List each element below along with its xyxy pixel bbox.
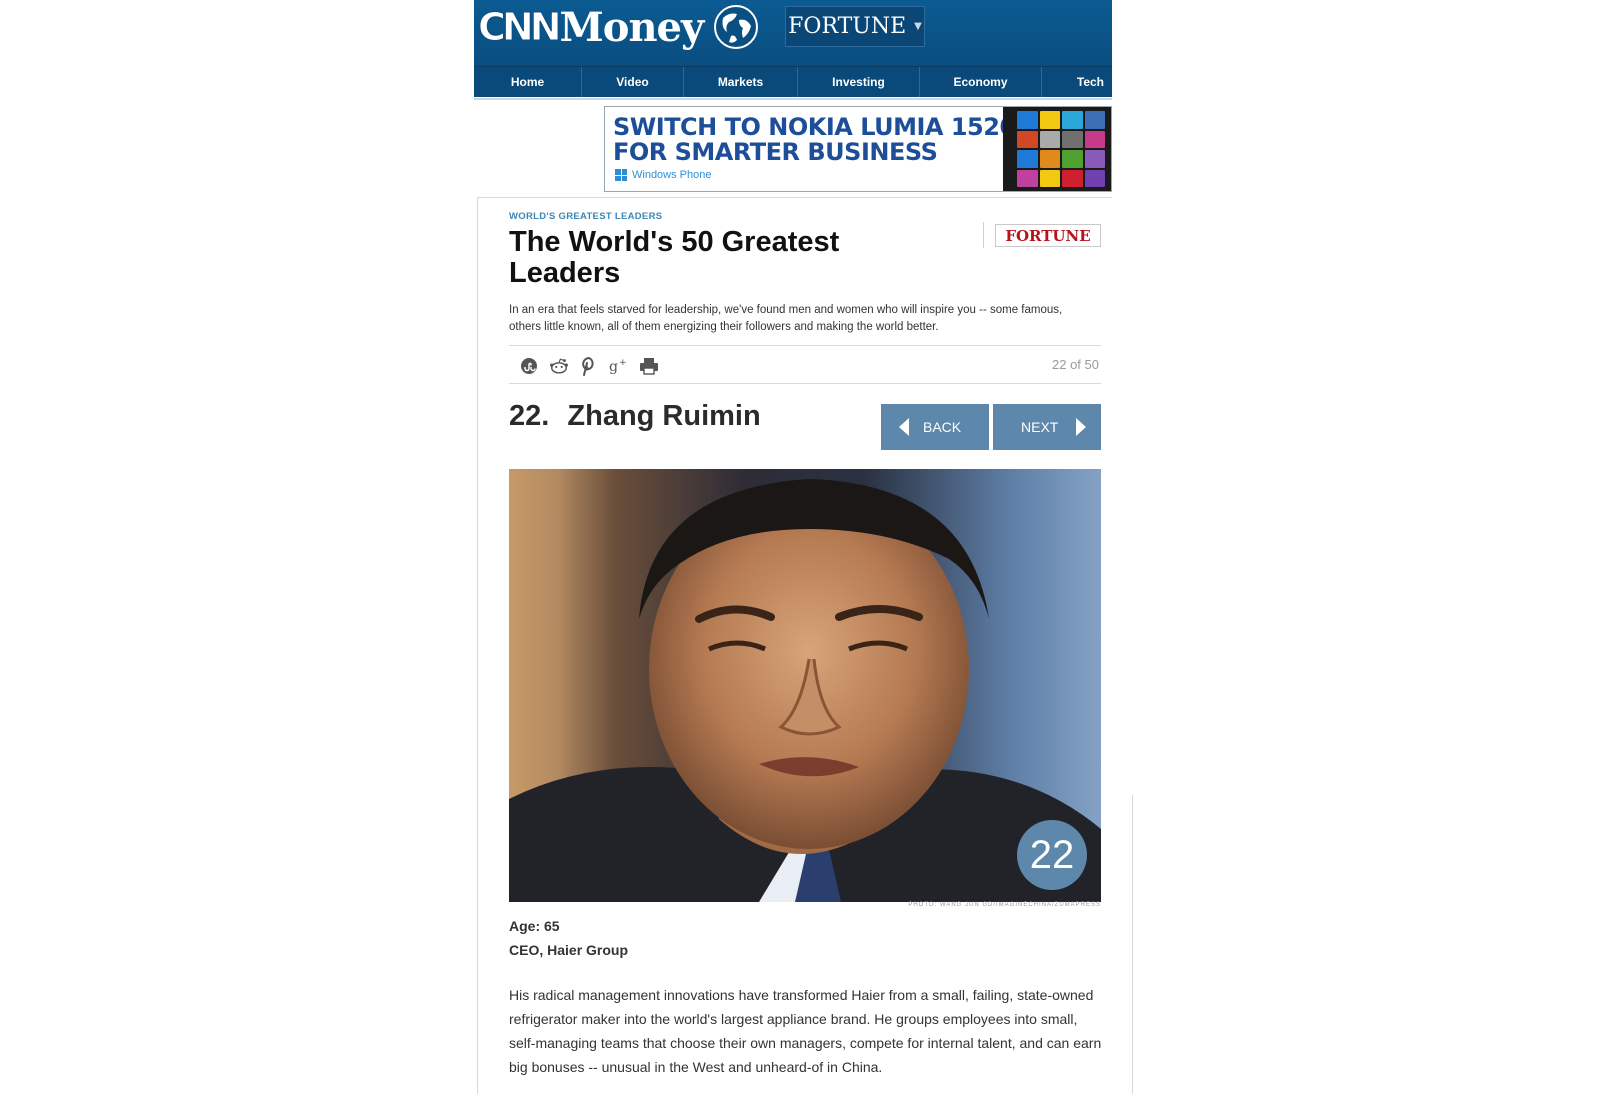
nav-item-investing[interactable]: Investing [798, 67, 920, 97]
svg-text:g: g [609, 359, 618, 375]
section-select-fortune[interactable]: FORTUNE ▼ [785, 6, 925, 47]
person-name: Zhang Ruimin [567, 400, 761, 432]
nav-item-tech[interactable]: Tech [1042, 67, 1112, 97]
reddit-icon[interactable] [549, 356, 569, 376]
nav-item-markets[interactable]: Markets [684, 67, 798, 97]
section-select-label: FORTUNE [788, 14, 907, 39]
google-plus-icon[interactable]: g + [609, 356, 629, 376]
rank-badge: 22 [1017, 820, 1087, 890]
portrait-illustration [509, 479, 1101, 902]
pinterest-icon[interactable] [579, 356, 599, 376]
arrow-right-icon [1076, 418, 1087, 436]
logo-money-text: Money [559, 3, 705, 51]
content-top-divider [477, 197, 1112, 198]
site-header: CNN Money FORTUNE ▼ Home Video Markets I… [474, 0, 1112, 97]
stumbleupon-icon[interactable] [519, 356, 539, 376]
nav-item-home[interactable]: Home [474, 67, 582, 97]
article-intro: In an era that feels starved for leaders… [509, 304, 1063, 333]
chevron-down-icon: ▼ [914, 21, 922, 32]
page-title: The World's 50 Greatest Leaders [509, 226, 840, 289]
next-button[interactable]: NEXT [993, 404, 1101, 450]
main-nav: Home Video Markets Investing Economy Tec… [474, 66, 1112, 97]
back-button-label: BACK [923, 419, 962, 435]
globe-icon [714, 5, 759, 49]
ad-headline-line1: SWITCH TO NOKIA LUMIA 1520 [613, 113, 1016, 141]
phone-tiles-image [1003, 107, 1111, 191]
slide-counter: 22 of 50 [1052, 357, 1099, 372]
fortune-logo[interactable]: FORTUNE [995, 224, 1101, 247]
photo-credit: PHOTO: WANG JUN GD/IMAGINECHINA/ZUMAPRES… [908, 902, 1101, 908]
person-rank-number: 22. [509, 400, 550, 432]
cnnmoney-logo[interactable]: CNN Money [478, 2, 759, 52]
person-age: Age: 65 [509, 918, 560, 934]
badge-divider [983, 222, 984, 248]
share-toolbar: g + 22 of 50 [509, 345, 1101, 384]
ad-brand-label: Windows Phone [632, 169, 712, 181]
windows-logo-icon [615, 169, 627, 181]
header-divider [474, 98, 1112, 100]
logo-cnn-text: CNN [478, 5, 562, 50]
print-icon[interactable] [639, 356, 659, 376]
article-kicker[interactable]: WORLD'S GREATEST LEADERS [509, 211, 662, 222]
next-button-label: NEXT [1021, 419, 1059, 435]
ad-headline-line2: FOR SMARTER BUSINESS [613, 138, 938, 166]
nav-item-economy[interactable]: Economy [920, 67, 1042, 97]
person-role: CEO, Haier Group [509, 942, 629, 958]
arrow-left-icon [899, 418, 909, 436]
person-photo [509, 469, 1101, 902]
content-left-border [477, 198, 478, 1094]
nav-item-video[interactable]: Video [582, 67, 684, 97]
person-heading: 22. Zhang Ruimin [509, 400, 761, 433]
ad-brand: Windows Phone [615, 169, 712, 181]
content-right-border [1132, 795, 1133, 1094]
svg-text:+: + [619, 357, 627, 368]
nokia-ad-banner[interactable]: SWITCH TO NOKIA LUMIA 1520 FOR SMARTER B… [604, 106, 1112, 192]
person-bio: His radical management innovations have … [509, 987, 1102, 1075]
back-button[interactable]: BACK [881, 404, 989, 450]
